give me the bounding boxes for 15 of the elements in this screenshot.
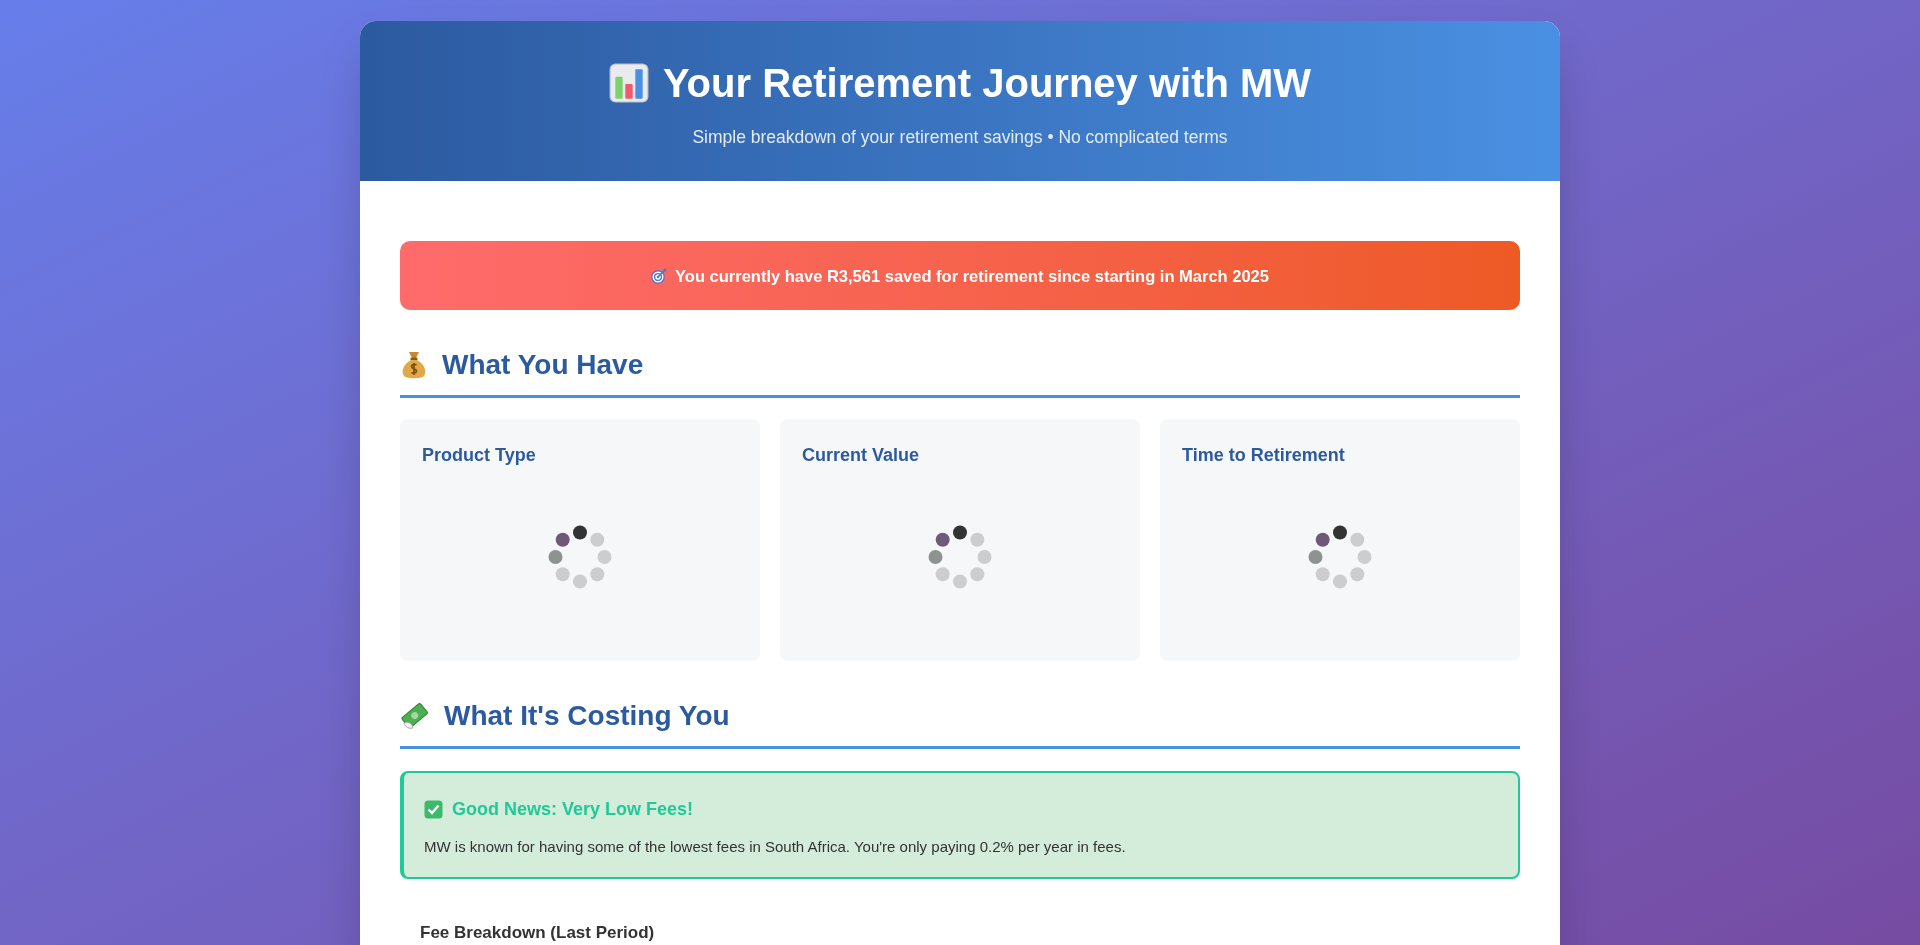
bar-chart-icon [608, 63, 649, 103]
card-label: Time to Retirement [1182, 444, 1346, 467]
section-heading: What You Have [442, 348, 644, 382]
target-icon [651, 267, 667, 284]
money-bag-icon [400, 350, 428, 380]
section-heading: What It's Costing You [444, 699, 730, 733]
header-subtitle: Simple breakdown of your retirement savings • No complicated terms [692, 126, 1228, 149]
page-title: Your Retirement Journey with MW [662, 60, 1312, 107]
subsection-heading: Fee Breakdown (Last Period) [420, 923, 656, 943]
savings-summary-text: You currently have R3,561 saved for retirement since starting in March 2025 [675, 265, 1269, 287]
notice-text: MW is known for having some of the lowest fees in South Africa. You're only paying 0.2% per year in fees. [424, 837, 1127, 857]
card-label: Product Type [422, 444, 537, 467]
card-label: Current Value [802, 444, 921, 467]
check-icon [424, 799, 443, 819]
notice-title: Good News: Very Low Fees! [452, 798, 694, 821]
